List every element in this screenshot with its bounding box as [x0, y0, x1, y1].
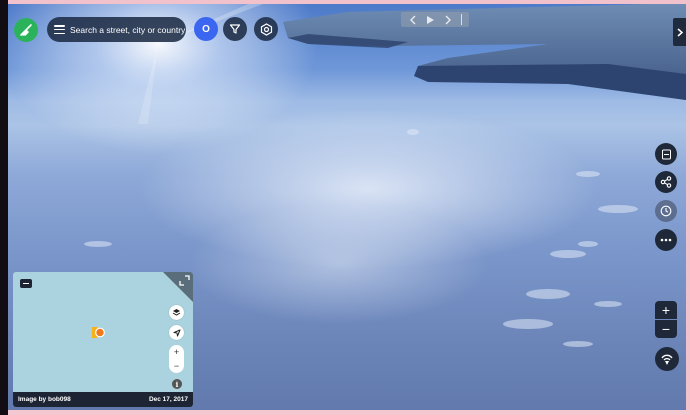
- locate-icon: [173, 329, 180, 336]
- more-options-button[interactable]: [655, 229, 677, 251]
- sequence-controls: [401, 12, 469, 27]
- search-box[interactable]: Search a street, city or country: [47, 17, 186, 42]
- chevron-right-icon: [677, 27, 683, 37]
- panel-collapse-tab[interactable]: [673, 18, 686, 46]
- view-360-button[interactable]: [655, 143, 677, 165]
- locate-button[interactable]: [169, 325, 184, 340]
- cloud-glare: [188, 204, 488, 324]
- minimap[interactable]: + − i Image by bob098 Dec 17, 2017: [13, 272, 193, 407]
- chevron-right-icon[interactable]: [444, 15, 452, 25]
- expand-icon[interactable]: [179, 275, 190, 286]
- panorama-icon: [661, 149, 671, 159]
- play-icon[interactable]: [426, 15, 435, 25]
- share-button[interactable]: [655, 171, 677, 193]
- map-layers-button[interactable]: [169, 305, 184, 320]
- minimap-footer: Image by bob098 Dec 17, 2017: [13, 392, 193, 407]
- minimap-zoom-in-button[interactable]: +: [174, 347, 179, 357]
- minimap-minimize-button[interactable]: [20, 279, 32, 288]
- filter-icon: [229, 24, 241, 34]
- street-level-image-viewer[interactable]: Search a street, city or country O + − +…: [8, 4, 686, 410]
- window-edge: [0, 0, 8, 415]
- info-icon[interactable]: i: [172, 379, 182, 389]
- wing-flap: [414, 64, 686, 100]
- mapillary-logo-icon: [20, 24, 32, 36]
- history-button[interactable]: [655, 200, 677, 222]
- layers-settings-icon: [260, 22, 272, 36]
- zoom-out-button[interactable]: −: [655, 320, 677, 338]
- clock-icon: [660, 205, 672, 217]
- mapillary-logo-button[interactable]: [14, 18, 38, 42]
- share-icon: [660, 176, 672, 188]
- more-horizontal-icon: [660, 238, 672, 242]
- window-edge-bottom: [8, 410, 690, 415]
- user-avatar-button[interactable]: O: [194, 17, 218, 41]
- minimap-zoom-out-button[interactable]: −: [174, 361, 179, 371]
- minimap-zoom-control: + −: [169, 345, 184, 373]
- app-frame: Search a street, city or country O + − +…: [0, 0, 690, 415]
- compass-icon: [661, 354, 673, 365]
- layers-settings-button[interactable]: [254, 17, 278, 41]
- capture-date: Dec 17, 2017: [148, 396, 188, 403]
- image-position-marker: [92, 327, 105, 338]
- compass-button[interactable]: [655, 347, 679, 371]
- window-edge-right: [686, 0, 690, 415]
- sequence-divider: [460, 14, 462, 25]
- position-dot: [95, 327, 105, 338]
- filter-button[interactable]: [223, 17, 247, 41]
- minus-icon: [23, 282, 29, 285]
- search-placeholder: Search a street, city or country: [70, 24, 186, 35]
- chevron-left-icon[interactable]: [409, 15, 417, 25]
- map-layers-icon: [172, 309, 181, 316]
- user-initial: O: [202, 23, 210, 35]
- zoom-in-button[interactable]: +: [655, 301, 677, 319]
- image-credit[interactable]: Image by bob098: [18, 396, 71, 403]
- hamburger-icon[interactable]: [54, 25, 65, 34]
